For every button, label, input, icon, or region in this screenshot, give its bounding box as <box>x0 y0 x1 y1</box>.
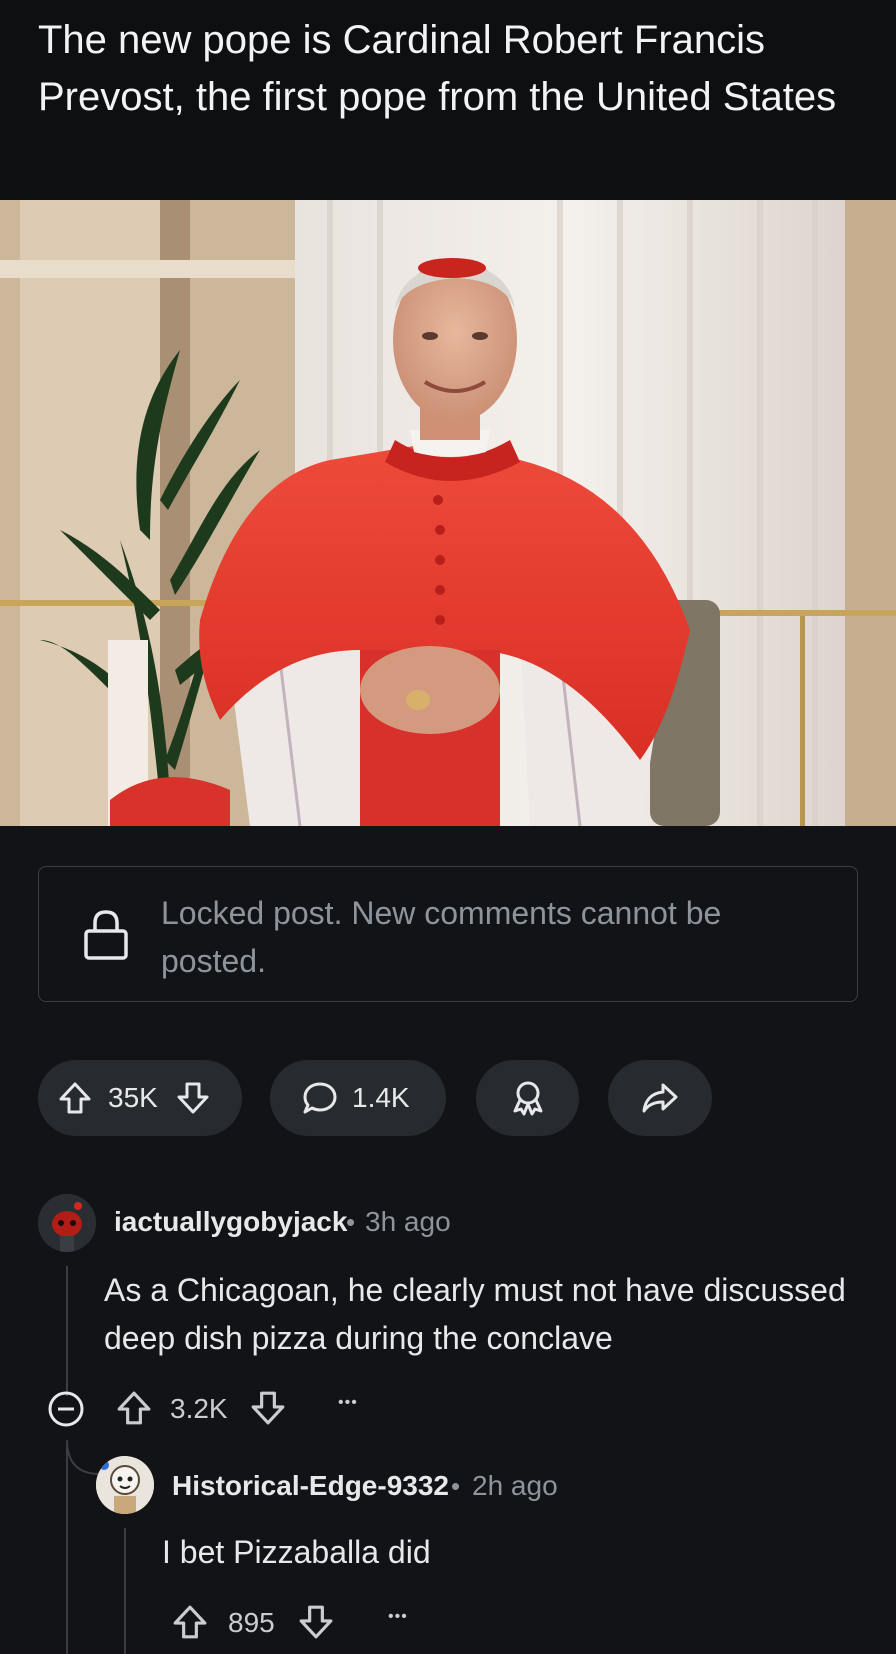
award-button[interactable] <box>476 1060 579 1136</box>
lock-icon <box>84 910 128 960</box>
post-vote-count: 35K <box>108 1082 158 1113</box>
arrow-up-icon[interactable] <box>58 1081 92 1115</box>
arrow-down-icon[interactable] <box>250 1390 286 1426</box>
share-arrow-icon <box>642 1083 678 1113</box>
thread-line[interactable] <box>124 1528 126 1654</box>
cardinal-photo <box>0 200 896 826</box>
minus-circle-icon[interactable] <box>47 1390 85 1428</box>
snoo-avatar-icon <box>96 1456 154 1514</box>
comment-username[interactable]: iactuallygobyjack <box>114 1206 347 1238</box>
separator-dot: • <box>346 1207 356 1237</box>
ellipsis-icon[interactable]: ••• <box>338 1394 358 1412</box>
post-title: The new pope is Cardinal Robert Francis … <box>38 18 837 119</box>
comment-vote-count: 3.2K <box>170 1393 228 1424</box>
vote-bar: 35K <box>38 1060 242 1136</box>
comment-username[interactable]: Historical-Edge-9332 <box>172 1470 449 1502</box>
comment-timestamp: 3h ago <box>365 1206 451 1237</box>
comment-count: 1.4K <box>352 1082 410 1113</box>
share-button[interactable] <box>608 1060 712 1136</box>
avatar[interactable] <box>96 1456 154 1514</box>
locked-post-notice: Locked post. New comments cannot be post… <box>38 866 858 1002</box>
avatar[interactable] <box>38 1194 96 1252</box>
post-header: The new pope is Cardinal Robert Francis … <box>0 0 896 200</box>
separator-dot: • <box>451 1471 461 1501</box>
snoo-avatar-icon <box>38 1194 96 1252</box>
reply-connector <box>66 1440 100 1475</box>
comment-body: I bet Pizzaballa did <box>162 1534 431 1570</box>
post-image[interactable] <box>0 200 896 826</box>
arrow-up-icon[interactable] <box>172 1604 208 1640</box>
comment-vote-count: 895 <box>228 1607 275 1638</box>
comment-timestamp: 2h ago <box>472 1470 558 1501</box>
comments-button[interactable]: 1.4K <box>270 1060 446 1136</box>
speech-bubble-icon <box>303 1082 337 1114</box>
award-icon <box>513 1081 542 1116</box>
arrow-up-icon[interactable] <box>116 1390 152 1426</box>
locked-notice-text: Locked post. New comments cannot be post… <box>161 895 722 979</box>
ellipsis-icon[interactable]: ••• <box>388 1608 408 1626</box>
arrow-down-icon[interactable] <box>176 1081 210 1115</box>
thread-line[interactable] <box>66 1266 68 1396</box>
comment-body: As a Chicagoan, he clearly must not have… <box>104 1272 846 1356</box>
arrow-down-icon[interactable] <box>298 1604 334 1640</box>
